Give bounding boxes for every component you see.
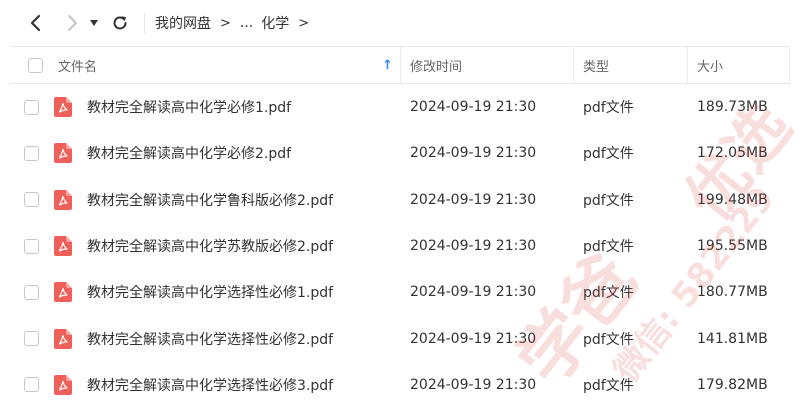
row-checkbox[interactable]	[24, 192, 39, 208]
file-name: 教材完全解读高中化学选择性必修2.pdf	[87, 331, 334, 348]
row-select-cell	[10, 238, 50, 254]
breadcrumb-item-ellipsis[interactable]: ...	[240, 15, 253, 31]
file-size: 199.48MB	[697, 191, 768, 208]
file-name-cell[interactable]: 教材完全解读高中化学必修1.pdf	[50, 97, 401, 118]
pdf-file-icon	[54, 189, 72, 210]
file-row[interactable]: 教材完全解读高中化学鲁科版必修2.pdf 2024-09-19 21:30 pdf文…	[10, 177, 790, 223]
file-size: 141.81MB	[697, 330, 768, 347]
file-type: pdf文件	[583, 331, 634, 348]
row-select-cell	[10, 145, 50, 161]
column-header-name-label: 文件名	[58, 59, 98, 75]
file-type: pdf文件	[583, 285, 634, 302]
file-name-cell[interactable]: 教材完全解读高中化学苏教版必修2.pdf	[50, 236, 401, 257]
file-type: pdf文件	[583, 146, 634, 163]
breadcrumb-separator: >	[298, 15, 310, 31]
file-name-cell[interactable]: 教材完全解读高中化学鲁科版必修2.pdf	[50, 189, 401, 210]
breadcrumb: 我的网盘 > ... 化学 >	[155, 13, 318, 33]
refresh-button[interactable]	[106, 9, 134, 37]
file-type: pdf文件	[583, 377, 634, 394]
file-modified: 2024-09-19 21:30	[410, 238, 537, 255]
history-dropdown-button[interactable]	[86, 9, 102, 37]
file-name: 教材完全解读高中化学必修2.pdf	[87, 146, 292, 163]
file-modified: 2024-09-19 21:30	[410, 191, 537, 208]
toolbar: 我的网盘 > ... 化学 >	[0, 0, 800, 46]
row-checkbox[interactable]	[24, 284, 39, 300]
back-button[interactable]	[22, 9, 50, 37]
select-all-checkbox[interactable]	[28, 57, 43, 73]
header-select-cell	[10, 47, 50, 83]
column-header-type[interactable]: 类型	[574, 47, 688, 83]
refresh-icon	[113, 16, 127, 30]
row-checkbox[interactable]	[24, 377, 39, 393]
toolbar-divider	[144, 13, 145, 33]
file-type: pdf文件	[583, 100, 634, 117]
file-modified: 2024-09-19 21:30	[410, 284, 537, 301]
chevron-right-icon	[68, 15, 77, 31]
row-select-cell	[10, 192, 50, 208]
pdf-file-icon	[54, 328, 72, 349]
file-table-body: 教材完全解读高中化学必修1.pdf 2024-09-19 21:30 pdf文件 18…	[10, 84, 790, 408]
pdf-file-icon	[54, 97, 72, 118]
pdf-file-icon	[54, 236, 72, 257]
file-type: pdf文件	[583, 192, 634, 209]
breadcrumb-separator: >	[220, 15, 231, 31]
file-table-header: 文件名 ↑ 修改时间 类型 大小	[10, 46, 790, 84]
row-select-cell	[10, 377, 50, 393]
column-header-type-label: 类型	[583, 59, 610, 75]
file-name-cell[interactable]: 教材完全解读高中化学选择性必修3.pdf	[50, 374, 401, 395]
file-name: 教材完全解读高中化学苏教版必修2.pdf	[87, 239, 334, 256]
row-checkbox[interactable]	[24, 145, 39, 161]
breadcrumb-item-root[interactable]: 我的网盘	[155, 13, 211, 33]
file-modified: 2024-09-19 21:30	[410, 145, 537, 162]
file-name-cell[interactable]: 教材完全解读高中化学必修2.pdf	[50, 143, 401, 164]
column-header-size[interactable]: 大小	[688, 47, 790, 83]
file-size: 172.05MB	[697, 145, 768, 162]
column-header-modified[interactable]: 修改时间	[401, 47, 574, 83]
file-manager-window: 我的网盘 > ... 化学 > 文件名 ↑ 修改时间 类型 大小 教材完全解读高…	[0, 0, 800, 418]
row-select-cell	[10, 331, 50, 347]
file-name: 教材完全解读高中化学选择性必修1.pdf	[87, 285, 334, 302]
file-type: pdf文件	[583, 239, 634, 256]
file-modified: 2024-09-19 21:30	[410, 376, 537, 393]
file-row[interactable]: 教材完全解读高中化学选择性必修3.pdf 2024-09-19 21:30 pdf文…	[10, 362, 790, 408]
file-modified: 2024-09-19 21:30	[410, 330, 537, 347]
column-header-name[interactable]: 文件名 ↑	[50, 47, 401, 83]
row-checkbox[interactable]	[24, 99, 39, 115]
forward-button[interactable]	[58, 9, 86, 37]
file-size: 179.82MB	[697, 376, 768, 393]
file-row[interactable]: 教材完全解读高中化学苏教版必修2.pdf 2024-09-19 21:30 pdf文…	[10, 223, 790, 269]
pdf-file-icon	[54, 282, 72, 303]
caret-down-icon	[90, 20, 98, 26]
file-name-cell[interactable]: 教材完全解读高中化学选择性必修1.pdf	[50, 282, 401, 303]
pdf-file-icon	[54, 143, 72, 164]
file-size: 195.55MB	[697, 238, 768, 255]
file-row[interactable]: 教材完全解读高中化学选择性必修2.pdf 2024-09-19 21:30 pdf文…	[10, 315, 790, 361]
column-header-size-label: 大小	[697, 59, 724, 75]
breadcrumb-item-current[interactable]: 化学	[261, 13, 289, 33]
chevron-left-icon	[30, 14, 41, 32]
row-select-cell	[10, 284, 50, 300]
row-checkbox[interactable]	[24, 331, 39, 347]
file-name: 教材完全解读高中化学鲁科版必修2.pdf	[87, 192, 334, 209]
file-row[interactable]: 教材完全解读高中化学必修2.pdf 2024-09-19 21:30 pdf文件 17…	[10, 130, 790, 176]
file-row[interactable]: 教材完全解读高中化学必修1.pdf 2024-09-19 21:30 pdf文件 18…	[10, 84, 790, 130]
row-select-cell	[10, 99, 50, 115]
file-size: 189.73MB	[697, 99, 768, 116]
file-name: 教材完全解读高中化学选择性必修3.pdf	[87, 377, 334, 394]
file-size: 180.77MB	[697, 284, 768, 301]
column-header-modified-label: 修改时间	[410, 59, 463, 75]
file-modified: 2024-09-19 21:30	[410, 99, 537, 116]
file-row[interactable]: 教材完全解读高中化学选择性必修1.pdf 2024-09-19 21:30 pdf文…	[10, 269, 790, 315]
arrow-up-icon: ↑	[382, 57, 393, 73]
file-name-cell[interactable]: 教材完全解读高中化学选择性必修2.pdf	[50, 328, 401, 349]
pdf-file-icon	[54, 374, 72, 395]
row-checkbox[interactable]	[24, 238, 39, 254]
file-name: 教材完全解读高中化学必修1.pdf	[87, 100, 292, 117]
